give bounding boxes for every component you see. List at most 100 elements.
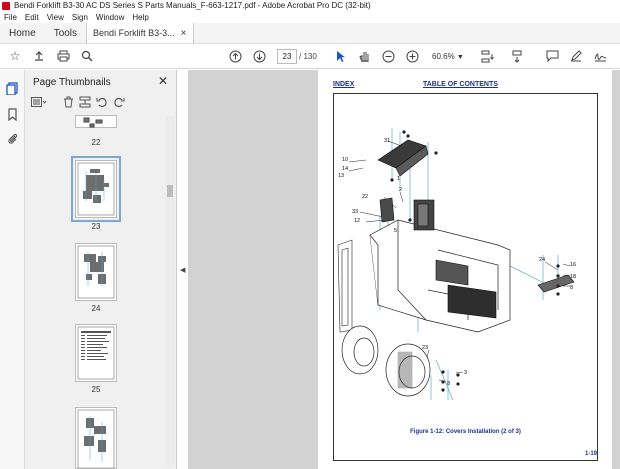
mast-stub-detail <box>341 247 349 327</box>
comment-icon[interactable] <box>545 48 559 64</box>
sign-icon[interactable] <box>593 48 607 64</box>
delete-icon[interactable] <box>63 96 74 111</box>
page-thumbnail[interactable] <box>75 324 117 382</box>
pdf-page: INDEX TABLE OF CONTENTS 31 10 14 13 1 2 … <box>318 70 613 469</box>
callout: 12 <box>354 218 360 224</box>
scroll-mode-icon[interactable] <box>510 48 524 64</box>
bolt <box>402 130 406 134</box>
callout: 23 <box>422 345 428 351</box>
zoom-in-icon[interactable] <box>405 48 419 64</box>
callout: 18 <box>570 274 576 280</box>
callout: 24 <box>539 257 545 263</box>
insert-page-icon[interactable] <box>79 96 91 111</box>
page-thumbnails-icon[interactable] <box>6 82 19 96</box>
tab-document[interactable]: Bendi Forklift B3-3... × <box>86 23 195 44</box>
document-scrollbar[interactable] <box>612 70 620 469</box>
thumbnail-label: 23 <box>91 222 101 231</box>
options-menu-icon[interactable] <box>31 96 47 110</box>
bolt <box>556 264 560 268</box>
page-display-icon[interactable] <box>479 48 497 64</box>
previous-page-icon[interactable] <box>228 48 242 64</box>
upload-icon[interactable] <box>32 48 46 64</box>
next-page-icon[interactable] <box>252 48 266 64</box>
thumbnail-list: 22 23 24 25 <box>25 115 165 469</box>
page-footer-number: 1-19 <box>584 451 597 457</box>
callout: 8 <box>447 381 450 387</box>
close-icon[interactable]: × <box>181 23 187 44</box>
callout: 16 <box>570 262 576 268</box>
chevron-down-icon: ▼ <box>456 54 464 61</box>
page-thumbnail[interactable] <box>75 243 117 301</box>
menu-help[interactable]: Help <box>132 12 148 23</box>
close-icon[interactable]: ✕ <box>158 74 168 88</box>
callout: 5 <box>394 228 397 234</box>
menu-sign[interactable]: Sign <box>72 12 88 23</box>
thumbnail-label: 25 <box>91 385 101 394</box>
figure-caption: Figure 1-12: Covers Installation (2 of 3… <box>410 429 521 435</box>
zoom-level-dropdown[interactable]: 60.6% ▼ <box>432 49 472 64</box>
thumbnail-label: 22 <box>91 138 101 147</box>
bolt <box>441 380 445 384</box>
page-thumbnail[interactable] <box>75 407 117 469</box>
page-thumbnail[interactable] <box>75 115 117 128</box>
page-number-input[interactable]: 23 <box>277 49 297 64</box>
callout: 31 <box>384 138 390 144</box>
leader-line <box>348 167 364 172</box>
page-thumbnails-panel: Page Thumbnails ✕ 22 23 24 25 <box>25 70 177 469</box>
main-toolbar: ☆ 23 / 130 60.6% ▼ <box>0 44 620 69</box>
callout: 3 <box>464 370 467 376</box>
bolt <box>441 370 445 374</box>
zoom-out-icon[interactable] <box>381 48 395 64</box>
bolt <box>408 218 412 222</box>
bolt <box>441 388 445 392</box>
pen-icon[interactable] <box>569 48 583 64</box>
bolt <box>390 178 394 182</box>
leader-line <box>562 263 571 267</box>
tab-bar: Home Tools Bendi Forklift B3-3... × <box>0 23 620 44</box>
leader-line <box>455 371 464 374</box>
tab-home[interactable]: Home <box>0 23 45 43</box>
callout: 2 <box>399 187 402 193</box>
callout: 33 <box>352 209 358 215</box>
select-cursor-icon[interactable] <box>334 48 348 64</box>
panel-toolbar <box>31 95 125 111</box>
callout: 13 <box>338 173 344 179</box>
leader-line <box>544 261 559 271</box>
collapse-panel-icon[interactable]: ◀ <box>180 266 185 274</box>
drive-wheel-rim <box>353 337 375 367</box>
menu-file[interactable]: File <box>4 12 17 23</box>
bolt <box>556 284 560 288</box>
callout: 14 <box>342 166 348 172</box>
callout: 22 <box>362 194 368 200</box>
window-title-bar: Bendi Forklift B3-30 AC DS Series S Part… <box>0 0 620 12</box>
tab-tools[interactable]: Tools <box>45 23 86 43</box>
attachment-icon[interactable] <box>6 132 19 145</box>
window-title: Bendi Forklift B3-30 AC DS Series S Part… <box>14 1 371 10</box>
print-icon[interactable] <box>56 48 70 64</box>
thumbnail-scrollbar[interactable] <box>166 116 174 466</box>
page-count: / 130 <box>299 52 317 61</box>
scrollbar-thumb[interactable] <box>167 185 173 197</box>
page-thumbnail-selected[interactable] <box>71 156 121 222</box>
search-icon[interactable] <box>80 48 94 64</box>
bolt <box>434 151 438 155</box>
panel-title: Page Thumbnails <box>33 77 111 88</box>
bolt <box>556 292 560 296</box>
tire-tread <box>397 351 413 389</box>
menu-window[interactable]: Window <box>96 12 124 23</box>
leader-line <box>399 191 404 203</box>
menu-view[interactable]: View <box>47 12 64 23</box>
leader-line <box>365 219 385 223</box>
hand-tool-icon[interactable] <box>358 48 372 64</box>
bolt <box>406 134 410 138</box>
star-icon[interactable]: ☆ <box>8 48 22 64</box>
bracket <box>379 197 395 223</box>
rotate-left-icon[interactable] <box>96 96 108 111</box>
bolt <box>556 274 560 278</box>
rotate-right-icon[interactable] <box>113 96 125 111</box>
bookmark-icon[interactable] <box>6 108 19 122</box>
menu-edit[interactable]: Edit <box>25 12 39 23</box>
navigation-rail <box>0 70 25 469</box>
bolt <box>456 382 460 386</box>
acrobat-app-icon <box>2 2 10 10</box>
